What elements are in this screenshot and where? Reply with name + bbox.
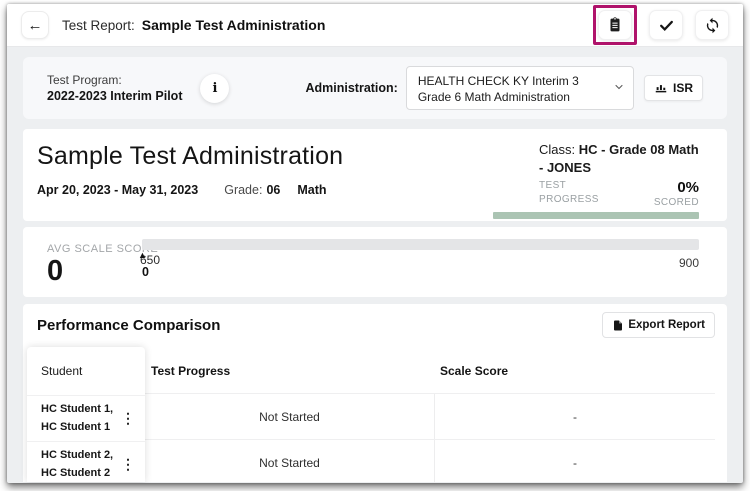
column-header-scale-score[interactable]: Scale Score — [434, 349, 715, 393]
validate-button[interactable] — [649, 10, 683, 40]
class-line: Class: HC - Grade 08 Math - JONES — [539, 141, 699, 176]
column-header-test-progress[interactable]: Test Progress — [145, 349, 434, 393]
filter-bar: Test Program: 2022-2023 Interim Pilot i … — [23, 57, 727, 119]
test-progress-cell: Not Started — [145, 440, 434, 483]
table-header-row: Test Progress Scale Score — [145, 349, 715, 393]
student-column: Student HC Student 1, HC Student 1 ⋮ HC … — [27, 347, 145, 482]
assignments-button[interactable] — [598, 10, 632, 40]
info-button[interactable]: i — [200, 74, 229, 103]
scored-percent: 0% — [654, 179, 699, 196]
export-file-icon — [612, 319, 624, 332]
scale-score-track — [142, 239, 699, 250]
kebab-menu-icon[interactable]: ⋮ — [117, 456, 139, 473]
isr-button[interactable]: ISR — [644, 75, 703, 101]
report-window: ← Test Report: Sample Test Administratio… — [7, 4, 743, 483]
report-type-label: Test Report: — [62, 18, 135, 33]
scored-label: SCORED — [654, 197, 699, 208]
check-icon — [658, 17, 675, 34]
test-progress-label: TEST PROGRESS — [539, 179, 601, 208]
test-program-label: Test Program: — [47, 73, 182, 87]
clipboard-icon — [606, 16, 624, 34]
table-main-columns: Test Progress Scale Score Not Started - … — [145, 349, 715, 482]
test-progress-cell: Not Started — [145, 394, 434, 439]
scale-score-cell: - — [434, 440, 715, 483]
isr-button-label: ISR — [673, 81, 693, 95]
info-icon: i — [213, 81, 218, 96]
administration-label: Administration: — [305, 81, 397, 95]
bar-chart-icon — [654, 81, 668, 95]
export-report-label: Export Report — [628, 319, 705, 331]
student-name[interactable]: HC Student 1, HC Student 1 — [41, 401, 117, 435]
test-program-block: Test Program: 2022-2023 Interim Pilot — [47, 73, 182, 103]
scored-block: 0% SCORED — [654, 179, 699, 208]
top-bar: ← Test Report: Sample Test Administratio… — [7, 4, 743, 47]
back-button[interactable]: ← — [21, 11, 49, 39]
subject-value: Math — [297, 183, 326, 197]
kebab-menu-icon[interactable]: ⋮ — [117, 410, 139, 427]
test-progress-bar — [493, 212, 699, 219]
scale-max-label: 900 — [679, 256, 699, 270]
scale-marker-value: 0 — [142, 265, 149, 279]
scale-marker-icon: ▲ — [138, 250, 147, 260]
table-row: Not Started - — [145, 393, 715, 439]
chevron-down-icon — [613, 81, 625, 93]
back-arrow-icon: ← — [28, 17, 43, 34]
column-header-student[interactable]: Student — [27, 347, 145, 395]
test-program-value: 2022-2023 Interim Pilot — [47, 89, 182, 103]
administration-select[interactable]: HEALTH CHECK KY Interim 3 Grade 6 Math A… — [406, 66, 634, 110]
table-row-student-cell: HC Student 2, HC Student 2 ⋮ — [27, 441, 145, 483]
table-row-student-cell: HC Student 1, HC Student 1 ⋮ — [27, 395, 145, 441]
top-bar-actions — [593, 5, 729, 45]
avg-scale-score-value: 0 — [47, 255, 63, 288]
refresh-icon — [704, 17, 721, 34]
grade-value: 06 — [266, 183, 280, 197]
table-row: Not Started - — [145, 439, 715, 483]
date-range: Apr 20, 2023 - May 31, 2023 — [37, 183, 198, 197]
export-report-button[interactable]: Export Report — [602, 312, 715, 338]
avg-scale-score-card: AVG SCALE SCORE 0 ▲ 650 0 900 — [23, 227, 727, 297]
test-progress-row: TEST PROGRESS 0% SCORED — [539, 179, 699, 208]
refresh-button[interactable] — [695, 10, 729, 40]
performance-table: Student HC Student 1, HC Student 1 ⋮ HC … — [23, 349, 727, 482]
page-title: Sample Test Administration — [142, 17, 326, 33]
performance-comparison-card: Performance Comparison Export Report Stu… — [23, 304, 727, 482]
highlight-annotation — [593, 5, 637, 45]
class-label: Class: — [539, 142, 575, 157]
administration-selected-value: HEALTH CHECK KY Interim 3 Grade 6 Math A… — [418, 74, 579, 104]
class-progress-block: Class: HC - Grade 08 Math - JONES TEST P… — [539, 141, 699, 208]
administration-header-card: Sample Test Administration Apr 20, 2023 … — [23, 129, 727, 221]
student-name[interactable]: HC Student 2, HC Student 2 — [41, 447, 117, 481]
scale-score-cell: - — [434, 394, 715, 439]
grade-label: Grade: — [224, 183, 262, 197]
